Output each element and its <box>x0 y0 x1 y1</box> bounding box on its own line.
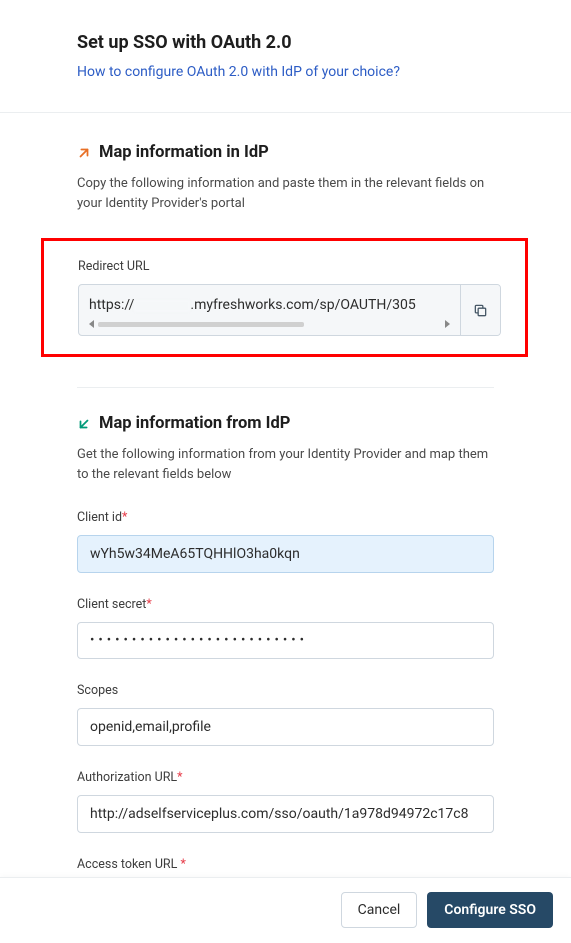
page-title: Set up SSO with OAuth 2.0 <box>77 32 494 53</box>
redirect-url-label: Redirect URL <box>78 259 501 274</box>
client-secret-input[interactable] <box>77 622 494 659</box>
redirect-url-scroll[interactable]: https://.myfreshworks.com/sp/OAUTH/305 <box>79 285 460 335</box>
section-desc-from: Get the following information from your … <box>77 445 494 485</box>
scopes-label: Scopes <box>77 683 494 698</box>
client-id-label: Client id* <box>77 510 494 525</box>
map-in-idp-section: Map information in IdP Copy the followin… <box>77 143 494 357</box>
client-id-input[interactable] <box>77 535 494 573</box>
section-desc-in: Copy the following information and paste… <box>77 174 494 214</box>
configure-sso-button[interactable]: Configure SSO <box>427 892 553 928</box>
arrow-up-right-icon <box>77 146 91 160</box>
divider <box>0 112 571 113</box>
section-title-in: Map information in IdP <box>99 143 269 162</box>
header-section: Set up SSO with OAuth 2.0 How to configu… <box>77 32 494 80</box>
redirect-url-highlight: Redirect URL https://.myfreshworks.com/s… <box>41 238 528 357</box>
redirect-url-box: https://.myfreshworks.com/sp/OAUTH/305 <box>78 284 501 336</box>
arrow-down-left-icon <box>77 417 91 431</box>
cancel-button[interactable]: Cancel <box>341 892 418 928</box>
scopes-input[interactable] <box>77 708 494 746</box>
footer-bar: Cancel Configure SSO <box>0 877 571 943</box>
copy-button[interactable] <box>460 285 500 335</box>
auth-url-label: Authorization URL* <box>77 770 494 785</box>
redirect-url-value: https://.myfreshworks.com/sp/OAUTH/305 <box>89 297 450 313</box>
divider <box>77 387 494 388</box>
access-token-label: Access token URL * <box>77 857 494 872</box>
map-from-idp-section: Map information from IdP Get the followi… <box>77 414 494 872</box>
copy-icon <box>473 303 488 318</box>
help-link[interactable]: How to configure OAuth 2.0 with IdP of y… <box>77 64 400 80</box>
auth-url-input[interactable] <box>77 795 494 833</box>
client-secret-label: Client secret* <box>77 597 494 612</box>
redacted-domain <box>134 300 190 312</box>
scrollbar[interactable] <box>89 319 450 329</box>
section-title-from: Map information from IdP <box>99 414 290 433</box>
